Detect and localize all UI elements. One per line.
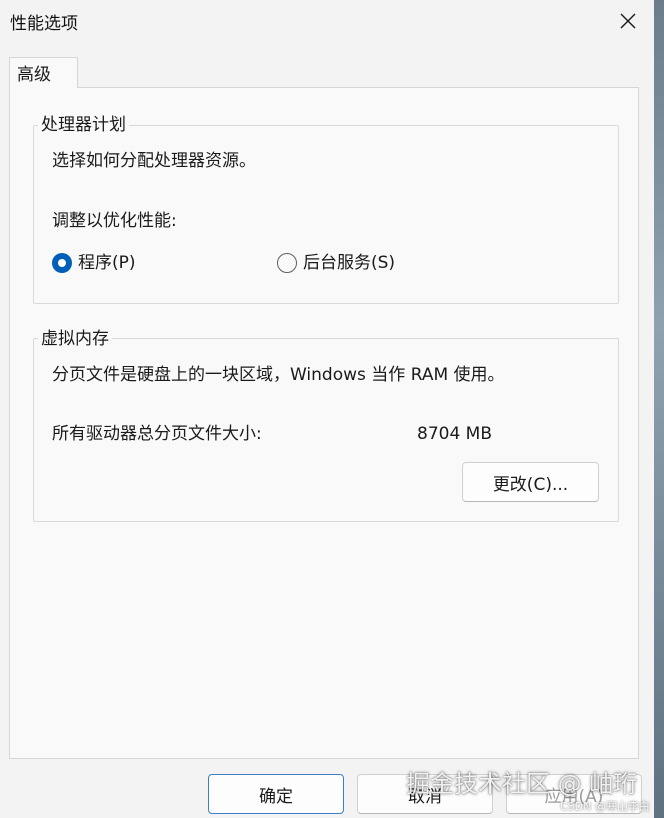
programs-radio[interactable] [52,253,72,273]
background-services-radio[interactable] [277,253,297,273]
close-icon [620,13,636,29]
tab-advanced[interactable]: 高级 [9,57,78,88]
window-title: 性能选项 [10,14,78,34]
change-button-label: 更改(C)... [492,474,569,495]
adjust-performance-label: 调整以优化性能: [52,211,177,231]
processor-scheduling-legend: 处理器计划 [38,115,129,135]
programs-radio-label[interactable]: 程序(P) [78,252,136,274]
total-paging-file-value: 8704 MB [417,424,492,444]
title-bar: 性能选项 [0,0,654,44]
cancel-button-label: 取消 [408,786,442,807]
cancel-button[interactable]: 取消 [357,774,493,814]
tab-advanced-label: 高级 [17,65,51,85]
background-services-radio-label[interactable]: 后台服务(S) [303,252,395,274]
total-paging-file-label: 所有驱动器总分页文件大小: [52,424,262,444]
virtual-memory-description: 分页文件是硬盘上的一块区域，Windows 当作 RAM 使用。 [52,365,505,385]
tab-panel-advanced: 处理器计划 选择如何分配处理器资源。 调整以优化性能: 程序(P) 后台服务(S… [9,87,639,759]
close-button[interactable] [606,2,650,40]
ok-button-label: 确定 [259,786,293,807]
apply-button[interactable]: 应用(A) [506,774,642,814]
desktop-background-edge [654,0,664,818]
dialog-footer: 确定 取消 应用(A) [0,759,654,818]
change-button[interactable]: 更改(C)... [462,462,599,502]
virtual-memory-legend: 虚拟内存 [38,329,112,349]
ok-button[interactable]: 确定 [208,774,344,814]
apply-button-label: 应用(A) [544,786,604,807]
processor-scheduling-description: 选择如何分配处理器资源。 [52,151,256,171]
performance-options-window: 性能选项 高级 处理器计划 选择如何分配处理器资源。 调整以优化性能: 程序(P… [0,0,664,818]
